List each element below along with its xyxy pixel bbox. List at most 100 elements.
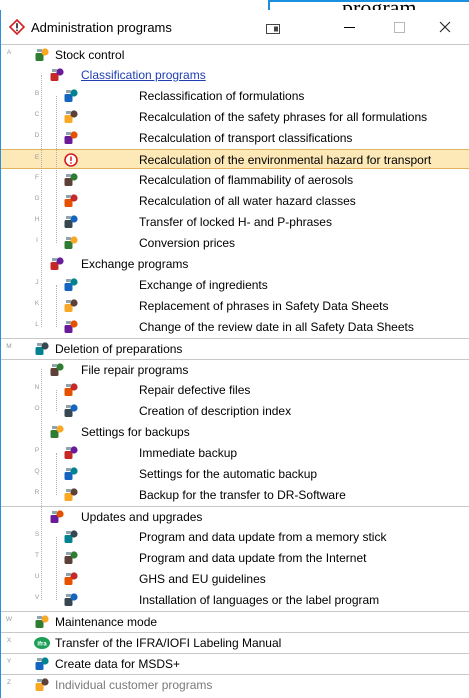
tree-connector: [56, 285, 57, 327]
tree-row[interactable]: Y Create data for MSDS+: [1, 653, 469, 673]
shortcut-key: W: [5, 616, 13, 623]
tree-row-label: GHS and EU guidelines: [139, 572, 266, 586]
tree-row[interactable]: U GHS and EU guidelines: [1, 569, 469, 589]
tree-connector: [56, 96, 57, 243]
aerosol-icon: [64, 173, 78, 186]
tree-row-label: Reclassification of formulations: [139, 89, 305, 103]
tree-row-label: Recalculation of the safety phrases for …: [139, 110, 428, 124]
transfer-backup-icon: [64, 488, 78, 501]
tree-row[interactable]: Q Settings for the automatic backup: [1, 464, 469, 484]
tree-row-label: Program and data update from a memory st…: [139, 530, 387, 544]
tree-row-label: Settings for backups: [81, 425, 190, 439]
tree-row-label: Repair defective files: [139, 383, 251, 397]
reclassification-icon: [64, 89, 78, 102]
languages-icon: [64, 593, 78, 606]
tree-row[interactable]: P Immediate backup: [1, 443, 469, 463]
tree-row-label: Recalculation of transport classificatio…: [139, 131, 353, 145]
tree-row[interactable]: R Backup for the transfer to DR-Software: [1, 485, 469, 505]
tree-row[interactable]: K Replacement of phrases in Safety Data S…: [1, 296, 469, 316]
tree-connector: [56, 537, 57, 600]
tree-row-label: Recalculation of the environmental hazar…: [139, 153, 432, 167]
index-icon: [64, 404, 78, 417]
title-bar[interactable]: Administration programs: [1, 10, 469, 44]
tree-connector: [56, 453, 57, 495]
shortcut-key: A: [6, 49, 12, 56]
tree-row[interactable]: D Recalculation of transport classificati…: [1, 128, 469, 148]
updates-icon: [50, 510, 64, 523]
tree-row[interactable]: H Transfer of locked H- and P-phrases: [1, 212, 469, 232]
warning-diamond-icon: [9, 19, 25, 35]
tree-row-label: Exchange of ingredients: [139, 278, 268, 292]
water-hazard-icon: [64, 194, 78, 207]
tree-row[interactable]: E Recalculation of the environmental haza…: [1, 149, 469, 169]
tree-row[interactable]: Xifra Transfer of the IFRA/IOFI Labeling …: [1, 632, 469, 652]
tree-row-label: Installation of languages or the label p…: [139, 593, 380, 607]
tree-row[interactable]: L Change of the review date in all Safety…: [1, 317, 469, 337]
tree-row[interactable]: Z Individual customer programs: [1, 674, 469, 694]
tree-row-label: Program and data update from the Interne…: [139, 551, 367, 565]
immediate-backup-icon: [64, 446, 78, 459]
trash-icon: [35, 342, 49, 355]
maintenance-icon: [35, 615, 49, 628]
tree-row[interactable]: Exchange programs: [1, 254, 469, 274]
tree-row[interactable]: File repair programs: [1, 359, 469, 379]
repair-files-icon: [64, 383, 78, 396]
shortcut-key: M: [6, 343, 12, 350]
snap-layout-icon[interactable]: [266, 24, 280, 34]
tree-row[interactable]: Settings for backups: [1, 422, 469, 442]
tree-connector: [56, 390, 57, 411]
minimize-button[interactable]: [335, 14, 365, 40]
tree-row[interactable]: M Deletion of preparations: [1, 338, 469, 358]
hp-phrases-icon: [64, 215, 78, 228]
stock-control-icon: [35, 48, 49, 61]
tree-row-label: Backup for the transfer to DR-Software: [139, 488, 346, 502]
tree-row-label: Create data for MSDS+: [55, 657, 181, 671]
tree-row-label: Classification programs: [81, 68, 206, 82]
globe-icon: [64, 551, 78, 564]
calendar-icon: [64, 320, 78, 333]
tree-row[interactable]: B Reclassification of formulations: [1, 86, 469, 106]
tree-row[interactable]: N Repair defective files: [1, 380, 469, 400]
tree-row[interactable]: F Recalculation of flammability of aeroso…: [1, 170, 469, 190]
tree-row[interactable]: O Creation of description index: [1, 401, 469, 421]
tree-connector: [41, 75, 42, 327]
environmental-hazard-icon: [64, 153, 78, 167]
maximize-button[interactable]: [384, 14, 414, 40]
file-repair-icon: [50, 363, 64, 376]
safety-phrases-icon: [64, 110, 78, 123]
auto-backup-icon: [64, 467, 78, 480]
tree-row[interactable]: C Recalculation of the safety phrases for…: [1, 107, 469, 127]
conversion-icon: [64, 236, 78, 249]
phrase-replace-icon: [64, 299, 78, 312]
tree-row[interactable]: V Installation of languages or the label …: [1, 590, 469, 610]
window-title: Administration programs: [31, 20, 172, 35]
administration-window: Administration programs A Stock control Cl…: [0, 10, 469, 698]
tree-row[interactable]: Classification programs: [1, 65, 469, 85]
tree-row-label: Updates and upgrades: [81, 510, 203, 524]
exchange-icon: [50, 257, 64, 270]
svg-text:ifra: ifra: [37, 642, 47, 648]
tree-row[interactable]: S Program and data update from a memory s…: [1, 527, 469, 547]
tree-row[interactable]: Updates and upgrades: [1, 506, 469, 526]
tree-row-label: File repair programs: [81, 363, 189, 377]
tree-row-label: Settings for the automatic backup: [139, 467, 318, 481]
close-icon: [439, 21, 451, 33]
tree-row-label: Creation of description index: [139, 404, 292, 418]
tree-row-label: Individual customer programs: [55, 678, 213, 692]
tree-row[interactable]: J Exchange of ingredients: [1, 275, 469, 295]
tree-row[interactable]: T Program and data update from the Intern…: [1, 548, 469, 568]
tree-row-label: Immediate backup: [139, 446, 238, 460]
tree-row-label: Change of the review date in all Safety …: [139, 320, 414, 334]
tree-row[interactable]: W Maintenance mode: [1, 611, 469, 631]
maximize-icon: [394, 22, 405, 33]
tree-row-label: Maintenance mode: [55, 615, 158, 629]
tree-row[interactable]: G Recalculation of all water hazard class…: [1, 191, 469, 211]
tree-row-label: Conversion prices: [139, 236, 236, 250]
tree-row[interactable]: A Stock control: [1, 44, 469, 64]
tree-row-label: Exchange programs: [81, 257, 189, 271]
close-button[interactable]: [430, 14, 460, 40]
tree-row[interactable]: I Conversion prices: [1, 233, 469, 253]
backup-settings-icon: [50, 425, 64, 438]
tree-row-label: Stock control: [55, 48, 125, 62]
msds-icon: [35, 657, 49, 670]
